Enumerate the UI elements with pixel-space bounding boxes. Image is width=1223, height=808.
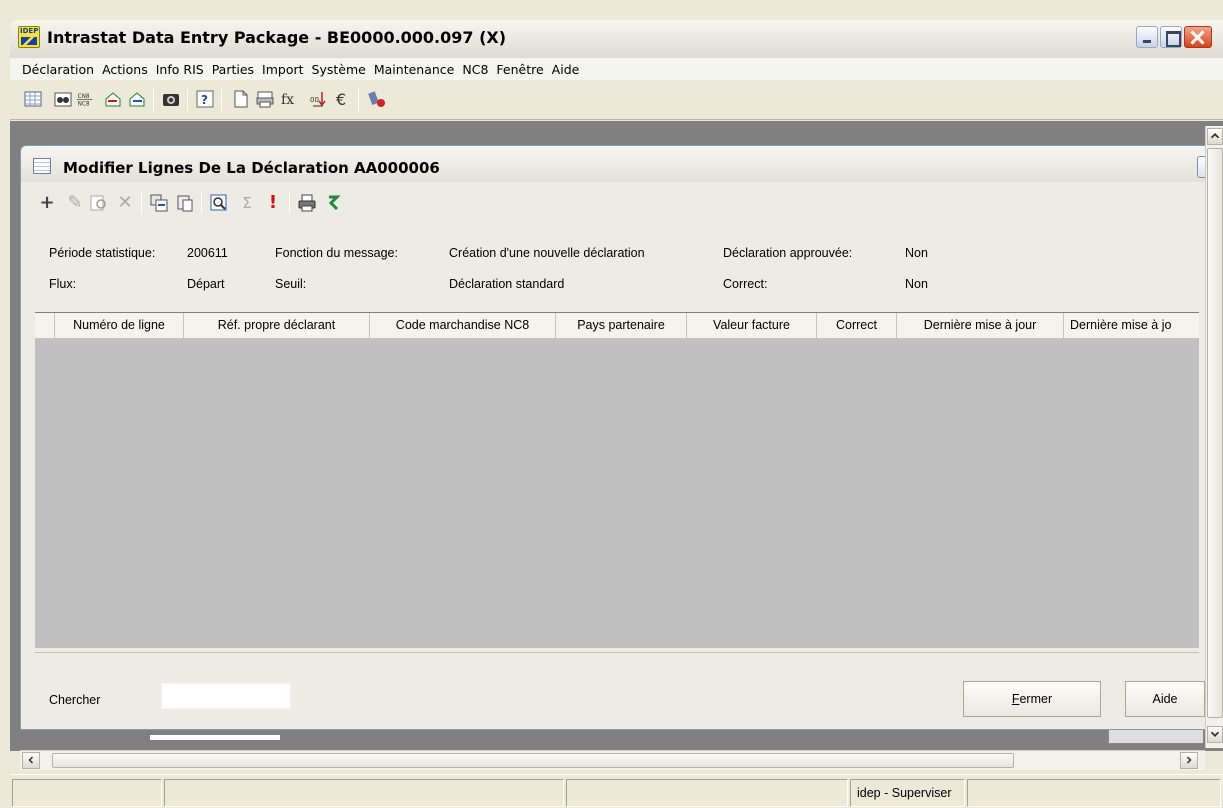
- menu-fenetre[interactable]: Fenêtre: [496, 62, 543, 77]
- scroll-up-icon[interactable]: [1207, 128, 1223, 145]
- idep-logo-icon: IDEP: [18, 26, 40, 48]
- fonction-value: Création d'une nouvelle déclaration: [449, 246, 645, 260]
- function-icon[interactable]: fx: [280, 90, 302, 108]
- refresh-icon[interactable]: [323, 193, 343, 213]
- status-cell-2: [164, 779, 564, 807]
- print-icon[interactable]: [297, 193, 317, 213]
- close-button[interactable]: [1184, 26, 1212, 48]
- approuvee-value: Non: [905, 246, 928, 260]
- child-toolbar: + ✎ ✕ Σ !: [31, 188, 1201, 218]
- menu-info-ris[interactable]: Info RIS: [156, 62, 204, 77]
- menu-parties[interactable]: Parties: [212, 62, 254, 77]
- add-icon[interactable]: +: [37, 193, 57, 213]
- sort-icon[interactable]: 00: [310, 90, 328, 108]
- column-header[interactable]: Valeur facture: [687, 313, 817, 338]
- child-window-title: Modifier Lignes De La Déclaration AA0000…: [63, 159, 440, 177]
- vertical-scroll-thumb[interactable]: [1207, 148, 1223, 718]
- modifier-lignes-window: Modifier Lignes De La Déclaration AA0000…: [20, 145, 1210, 730]
- periode-label: Période statistique:: [49, 246, 156, 260]
- menu-import[interactable]: Import: [262, 62, 304, 77]
- aide-button[interactable]: Aide: [1125, 681, 1205, 717]
- app-title: Intrastat Data Entry Package - BE0000.00…: [47, 28, 507, 47]
- background-window-field: [150, 735, 280, 740]
- column-header[interactable]: Numéro de ligne: [55, 313, 184, 338]
- vertical-scrollbar[interactable]: [1205, 126, 1223, 748]
- seuil-value: Déclaration standard: [449, 277, 565, 291]
- view-icon[interactable]: [89, 193, 109, 213]
- svg-text:NC8: NC8: [78, 102, 90, 108]
- scroll-right-icon[interactable]: [1180, 752, 1198, 769]
- svg-text:€: €: [336, 90, 346, 108]
- menu-maintenance[interactable]: Maintenance: [374, 62, 455, 77]
- column-header[interactable]: Réf. propre déclarant: [184, 313, 370, 338]
- menu-nc8[interactable]: NC8: [462, 62, 488, 77]
- status-bar: idep - Superviser: [10, 774, 1223, 808]
- horizontal-scrollbar[interactable]: [20, 750, 1205, 770]
- flux-label: Flux:: [49, 277, 77, 291]
- incoming-icon[interactable]: [104, 90, 122, 108]
- scroll-left-icon[interactable]: [22, 752, 40, 769]
- column-header[interactable]: Pays partenaire: [556, 313, 687, 338]
- svg-text:?: ?: [201, 93, 208, 107]
- search-panel: Chercher Fermer Aide: [35, 652, 1205, 724]
- table-window-icon: [33, 158, 51, 174]
- child-titlebar: Modifier Lignes De La Déclaration AA0000…: [21, 146, 1209, 182]
- search-input[interactable]: [161, 683, 291, 709]
- euro-icon[interactable]: €: [334, 90, 352, 108]
- maximize-button[interactable]: [1160, 26, 1182, 48]
- minimize-button[interactable]: [1136, 26, 1158, 48]
- declaration-lines-grid[interactable]: Numéro de ligne Réf. propre déclarant Co…: [35, 312, 1199, 648]
- status-cell-5: [967, 779, 1221, 807]
- column-header[interactable]: Dernière mise à jo: [1064, 313, 1199, 338]
- correct-value: Non: [905, 277, 928, 291]
- sum-icon[interactable]: Σ: [237, 193, 257, 213]
- delete-icon[interactable]: ✕: [115, 193, 135, 213]
- status-cell-3: [566, 779, 848, 807]
- paste-icon[interactable]: [175, 193, 195, 213]
- menu-aide[interactable]: Aide: [552, 62, 580, 77]
- status-cell-1: [12, 779, 162, 807]
- camera-icon[interactable]: [162, 90, 180, 108]
- menu-bar: Déclaration Actions Info RIS Parties Imp…: [10, 58, 1223, 80]
- search-label: Chercher: [49, 693, 101, 707]
- svg-text:fx: fx: [281, 92, 294, 108]
- cn8-nc8-icon[interactable]: CN8NC8: [76, 90, 94, 108]
- fonction-label: Fonction du message:: [275, 246, 398, 260]
- background-window-button: [1108, 730, 1204, 744]
- column-header[interactable]: Dernière mise à jour: [897, 313, 1064, 338]
- horizontal-scroll-thumb[interactable]: [52, 753, 1014, 768]
- outgoing-icon[interactable]: [128, 90, 146, 108]
- flux-value: Départ: [187, 277, 225, 291]
- column-header[interactable]: Code marchandise NC8: [370, 313, 556, 338]
- app-titlebar: IDEP Intrastat Data Entry Package - BE00…: [10, 20, 1223, 58]
- correct-label: Correct:: [723, 277, 768, 291]
- approuvee-label: Déclaration approuvée:: [723, 246, 853, 260]
- alert-icon[interactable]: !: [263, 193, 283, 213]
- status-user: idep - Superviser: [850, 779, 965, 807]
- menu-systeme[interactable]: Système: [312, 62, 366, 77]
- declarations-grid-icon[interactable]: [24, 90, 42, 108]
- copy-rows-icon[interactable]: [149, 193, 169, 213]
- menu-declaration[interactable]: Déclaration: [22, 62, 94, 77]
- svg-text:00: 00: [310, 96, 319, 104]
- row-selector-header[interactable]: [35, 313, 55, 338]
- fermer-button[interactable]: Fermer: [963, 681, 1101, 717]
- help-icon[interactable]: ?: [196, 90, 214, 108]
- fermer-label: ermer: [1019, 692, 1053, 706]
- grid-header: Numéro de ligne Réf. propre déclarant Co…: [35, 313, 1199, 339]
- periode-value: 200611: [187, 246, 228, 260]
- binoculars-icon[interactable]: [54, 90, 72, 108]
- edit-pencil-icon[interactable]: ✎: [65, 193, 85, 213]
- column-header[interactable]: Correct: [817, 313, 897, 338]
- new-document-icon[interactable]: [232, 90, 250, 108]
- tools-icon[interactable]: [368, 90, 386, 108]
- scroll-down-icon[interactable]: [1207, 726, 1223, 743]
- printer-list-icon[interactable]: [256, 90, 274, 108]
- main-toolbar: CN8 NC8 ? fx 00 €: [10, 80, 1223, 120]
- logo-text: IDEP: [20, 27, 39, 35]
- seuil-label: Seuil:: [275, 277, 307, 291]
- menu-actions[interactable]: Actions: [102, 62, 148, 77]
- preview-icon[interactable]: [209, 193, 229, 213]
